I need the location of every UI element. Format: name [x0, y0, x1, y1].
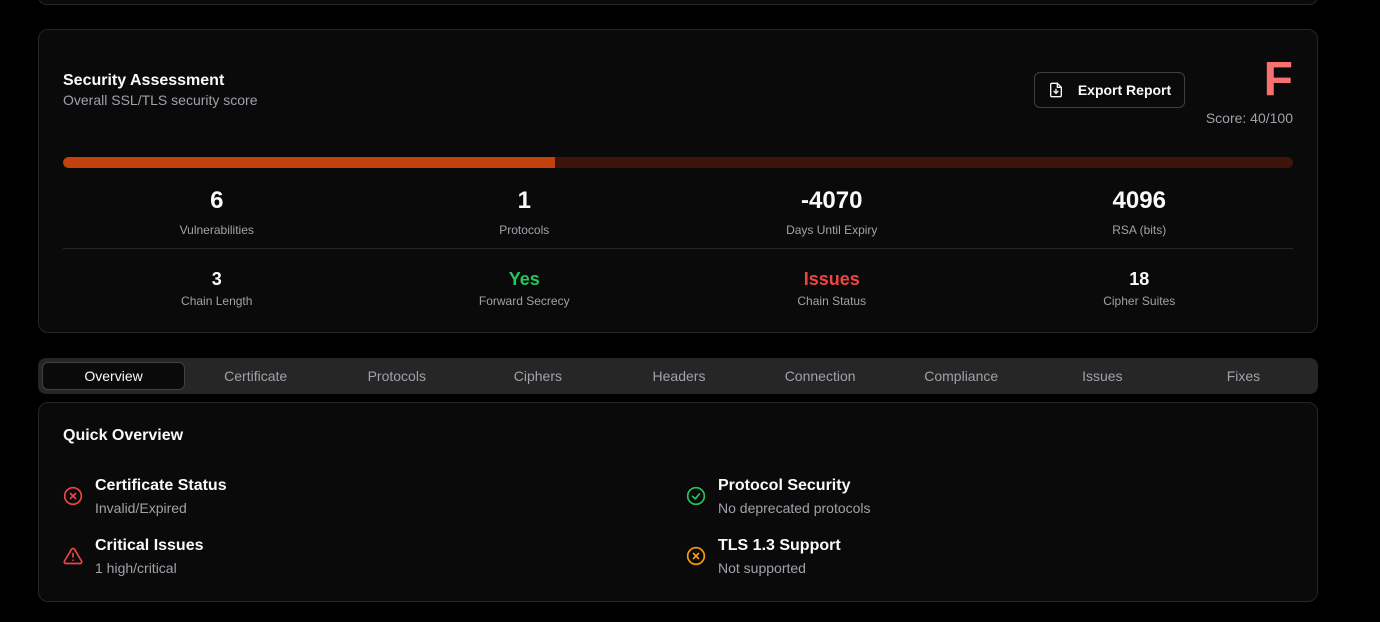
tab-compliance[interactable]: Compliance	[891, 362, 1032, 390]
tab-fixes[interactable]: Fixes	[1173, 362, 1314, 390]
overview-item-name: TLS 1.3 Support	[718, 537, 841, 554]
overview-item-name: Protocol Security	[718, 477, 851, 494]
overview-item-name: Certificate Status	[95, 477, 227, 494]
stat-label: Chain Status	[797, 294, 867, 308]
tab-connection[interactable]: Connection	[750, 362, 891, 390]
stat-vulnerabilities: 6 Vulnerabilities	[63, 187, 371, 237]
previous-card	[38, 0, 1318, 5]
stat-value: -4070	[801, 187, 863, 214]
stat-chain-status: Issues Chain Status	[678, 268, 986, 308]
stat-rsa-bits: 4096 RSA (bits)	[986, 187, 1294, 237]
stat-value: Issues	[803, 269, 860, 289]
overview-item-desc: Not supported	[718, 560, 806, 576]
assessment-subtitle: Overall SSL/TLS security score	[63, 92, 258, 108]
tab-ciphers[interactable]: Ciphers	[467, 362, 608, 390]
stat-value: Yes	[508, 269, 540, 289]
stat-label: Vulnerabilities	[179, 223, 254, 237]
stat-label: Forward Secrecy	[478, 294, 570, 308]
stat-label: Protocols	[499, 223, 550, 237]
overview-item-protocol-security: Protocol Security No deprecated protocol…	[686, 476, 871, 517]
export-report-label: Export Report	[1077, 82, 1172, 98]
overview-item-critical-issues: Critical Issues 1 high/critical	[63, 536, 204, 577]
tab-protocols[interactable]: Protocols	[326, 362, 467, 390]
primary-stats: 6 Vulnerabilities 1 Protocols -4070 Days…	[63, 187, 1293, 237]
overview-item-desc: 1 high/critical	[95, 560, 177, 576]
stat-label: Cipher Suites	[1103, 294, 1176, 308]
score-progress-bar	[63, 157, 1293, 168]
stat-value: 6	[210, 187, 224, 214]
tab-bar: Overview Certificate Protocols Ciphers H…	[38, 358, 1318, 394]
score-progress-fill	[63, 157, 555, 168]
stat-label: Days Until Expiry	[786, 223, 878, 237]
stats-divider	[63, 248, 1293, 249]
x-circle-icon	[686, 546, 706, 566]
alert-triangle-icon	[63, 546, 83, 566]
stat-forward-secrecy: Yes Forward Secrecy	[371, 268, 679, 308]
stat-label: Chain Length	[181, 294, 253, 308]
stat-value: 3	[211, 269, 222, 289]
stat-value: 4096	[1112, 187, 1166, 214]
check-circle-icon	[686, 486, 706, 506]
overview-item-desc: Invalid/Expired	[95, 500, 187, 516]
secondary-stats: 3 Chain Length Yes Forward Secrecy Issue…	[63, 268, 1293, 308]
tab-overview[interactable]: Overview	[42, 362, 186, 390]
security-assessment-card: Security Assessment Overall SSL/TLS secu…	[38, 29, 1318, 333]
stat-label: RSA (bits)	[1112, 223, 1167, 237]
overview-item-name: Critical Issues	[95, 537, 204, 554]
stat-protocols: 1 Protocols	[371, 187, 679, 237]
score-text: Score: 40/100	[1205, 110, 1293, 126]
stat-value: 18	[1129, 269, 1150, 289]
stat-days-until-expiry: -4070 Days Until Expiry	[678, 187, 986, 237]
overview-item-certificate-status: Certificate Status Invalid/Expired	[63, 476, 227, 517]
quick-overview-card: Quick Overview Certificate Status Invali…	[38, 402, 1318, 602]
page: Security Assessment Overall SSL/TLS secu…	[0, 0, 1380, 622]
x-circle-icon	[63, 486, 83, 506]
overview-item-tls13-support: TLS 1.3 Support Not supported	[686, 536, 841, 577]
stat-chain-length: 3 Chain Length	[63, 268, 371, 308]
security-grade: F	[1263, 53, 1293, 106]
overview-title: Quick Overview	[63, 427, 184, 444]
export-report-button[interactable]: Export Report	[1034, 72, 1185, 108]
tab-certificate[interactable]: Certificate	[185, 362, 326, 390]
assessment-title: Security Assessment	[63, 72, 225, 89]
stat-value: 1	[517, 187, 531, 214]
tab-headers[interactable]: Headers	[608, 362, 749, 390]
stat-cipher-suites: 18 Cipher Suites	[986, 268, 1294, 308]
file-download-icon	[1048, 82, 1064, 98]
overview-item-desc: No deprecated protocols	[718, 500, 871, 516]
tab-issues[interactable]: Issues	[1032, 362, 1173, 390]
